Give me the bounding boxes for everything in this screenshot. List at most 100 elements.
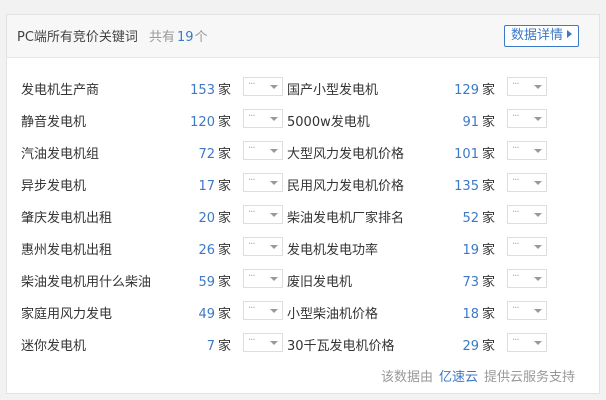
dropdown-value: ··· [248, 271, 255, 282]
count-unit: 家 [217, 115, 231, 130]
count-number: 91 [462, 115, 479, 130]
panel-header: PC端所有竞价关键词 共有 19个 数据详情 [7, 15, 599, 58]
competitor-count: 26 家 [198, 239, 231, 258]
keyword-dropdown[interactable]: ··· [243, 269, 283, 288]
keyword-item: 迷你发电机 7 家 ··· [21, 329, 283, 361]
keyword-label[interactable]: 肇庆发电机出租 [21, 207, 112, 226]
count-number: 29 [462, 339, 479, 354]
keyword-row: 迷你发电机 7 家 ··· 30千瓦发电机价格 29 家 ··· [7, 329, 599, 361]
keyword-item: 柴油发电机用什么柴油 59 家 ··· [21, 265, 283, 297]
count-unit: 家 [481, 211, 495, 226]
data-detail-label: 数据详情 [510, 28, 563, 43]
dropdown-value: ··· [512, 303, 519, 314]
count-unit: 家 [481, 179, 495, 194]
competitor-count: 101 家 [454, 143, 495, 162]
keyword-dropdown[interactable]: ··· [507, 109, 547, 128]
keyword-label[interactable]: 家庭用风力发电 [21, 303, 112, 322]
keyword-label[interactable]: 迷你发电机 [21, 335, 86, 354]
competitor-count: 153 家 [190, 79, 231, 98]
competitor-count: 59 家 [198, 271, 231, 290]
keyword-dropdown[interactable]: ··· [507, 237, 547, 256]
keyword-label[interactable]: 30千瓦发电机价格 [287, 335, 395, 354]
keyword-dropdown[interactable]: ··· [507, 77, 547, 96]
keyword-row: 肇庆发电机出租 20 家 ··· 柴油发电机厂家排名 52 家 ··· [7, 201, 599, 233]
keyword-dropdown[interactable]: ··· [243, 205, 283, 224]
keyword-label[interactable]: 大型风力发电机价格 [287, 143, 404, 162]
chevron-down-icon [534, 309, 542, 313]
keyword-dropdown[interactable]: ··· [507, 173, 547, 192]
keyword-item: 国产小型发电机 129 家 ··· [287, 73, 547, 105]
chevron-down-icon [534, 213, 542, 217]
keyword-label[interactable]: 发电机发电功率 [287, 239, 378, 258]
keyword-item: 静音发电机 120 家 ··· [21, 105, 283, 137]
keyword-dropdown[interactable]: ··· [507, 141, 547, 160]
count-number: 7 [206, 339, 215, 354]
chevron-down-icon [270, 245, 278, 249]
keyword-label[interactable]: 柴油发电机用什么柴油 [21, 271, 151, 290]
count-unit: 家 [217, 147, 231, 162]
keyword-row: 异步发电机 17 家 ··· 民用风力发电机价格 135 家 ··· [7, 169, 599, 201]
competitor-count: 135 家 [454, 175, 495, 194]
keyword-dropdown[interactable]: ··· [243, 333, 283, 352]
count-unit: 家 [481, 83, 495, 98]
keyword-dropdown[interactable]: ··· [243, 237, 283, 256]
competitor-count: 52 家 [462, 207, 495, 226]
count-unit: 家 [481, 147, 495, 162]
dropdown-value: ··· [248, 143, 255, 154]
count-suffix: 个 [194, 30, 208, 45]
keyword-label[interactable]: 异步发电机 [21, 175, 86, 194]
keyword-dropdown[interactable]: ··· [243, 301, 283, 320]
keyword-dropdown[interactable]: ··· [507, 301, 547, 320]
keyword-dropdown[interactable]: ··· [243, 77, 283, 96]
chevron-down-icon [534, 149, 542, 153]
keyword-label[interactable]: 发电机生产商 [21, 79, 99, 98]
keyword-label[interactable]: 柴油发电机厂家排名 [287, 207, 404, 226]
data-detail-button[interactable]: 数据详情 [503, 25, 579, 47]
count-unit: 家 [481, 115, 495, 130]
keyword-label[interactable]: 民用风力发电机价格 [287, 175, 404, 194]
keyword-dropdown[interactable]: ··· [243, 109, 283, 128]
count-unit: 家 [481, 307, 495, 322]
dropdown-value: ··· [248, 335, 255, 346]
count-unit: 家 [481, 275, 495, 290]
count-unit: 家 [217, 211, 231, 226]
keyword-label[interactable]: 惠州发电机出租 [21, 239, 112, 258]
keyword-grid: 发电机生产商 153 家 ··· 国产小型发电机 129 家 ··· 静音发电机 120 家 ··· 5… [7, 73, 599, 361]
brand-link[interactable]: 亿速云 [439, 370, 478, 385]
keyword-item: 民用风力发电机价格 135 家 ··· [287, 169, 547, 201]
keyword-dropdown[interactable]: ··· [243, 141, 283, 160]
keyword-item: 惠州发电机出租 26 家 ··· [21, 233, 283, 265]
count-number: 59 [198, 275, 215, 290]
keyword-item: 30千瓦发电机价格 29 家 ··· [287, 329, 547, 361]
dropdown-value: ··· [512, 335, 519, 346]
count-number: 19 [462, 243, 479, 258]
competitor-count: 72 家 [198, 143, 231, 162]
keyword-dropdown[interactable]: ··· [507, 205, 547, 224]
keyword-label[interactable]: 国产小型发电机 [287, 79, 378, 98]
dropdown-value: ··· [248, 303, 255, 314]
keyword-dropdown[interactable]: ··· [243, 173, 283, 192]
dropdown-value: ··· [248, 239, 255, 250]
chevron-down-icon [270, 341, 278, 345]
keyword-label[interactable]: 静音发电机 [21, 111, 86, 130]
keyword-label[interactable]: 汽油发电机组 [21, 143, 99, 162]
keyword-row: 发电机生产商 153 家 ··· 国产小型发电机 129 家 ··· [7, 73, 599, 105]
count-number: 135 [454, 179, 479, 194]
dropdown-value: ··· [512, 207, 519, 218]
count-unit: 家 [217, 307, 231, 322]
keyword-dropdown[interactable]: ··· [507, 269, 547, 288]
keyword-dropdown[interactable]: ··· [507, 333, 547, 352]
keyword-label[interactable]: 小型柴油机价格 [287, 303, 378, 322]
chevron-down-icon [270, 117, 278, 121]
keyword-item: 肇庆发电机出租 20 家 ··· [21, 201, 283, 233]
keyword-label[interactable]: 废旧发电机 [287, 271, 352, 290]
keyword-count: 共有 19个 [149, 26, 208, 45]
keyword-label[interactable]: 5000w发电机 [287, 111, 370, 130]
competitor-count: 7家 [207, 335, 231, 354]
keyword-item: 汽油发电机组 72 家 ··· [21, 137, 283, 169]
chevron-down-icon [534, 117, 542, 121]
count-number: 52 [462, 211, 479, 226]
keyword-item: 小型柴油机价格 18 家 ··· [287, 297, 547, 329]
chevron-down-icon [534, 181, 542, 185]
chevron-down-icon [270, 149, 278, 153]
